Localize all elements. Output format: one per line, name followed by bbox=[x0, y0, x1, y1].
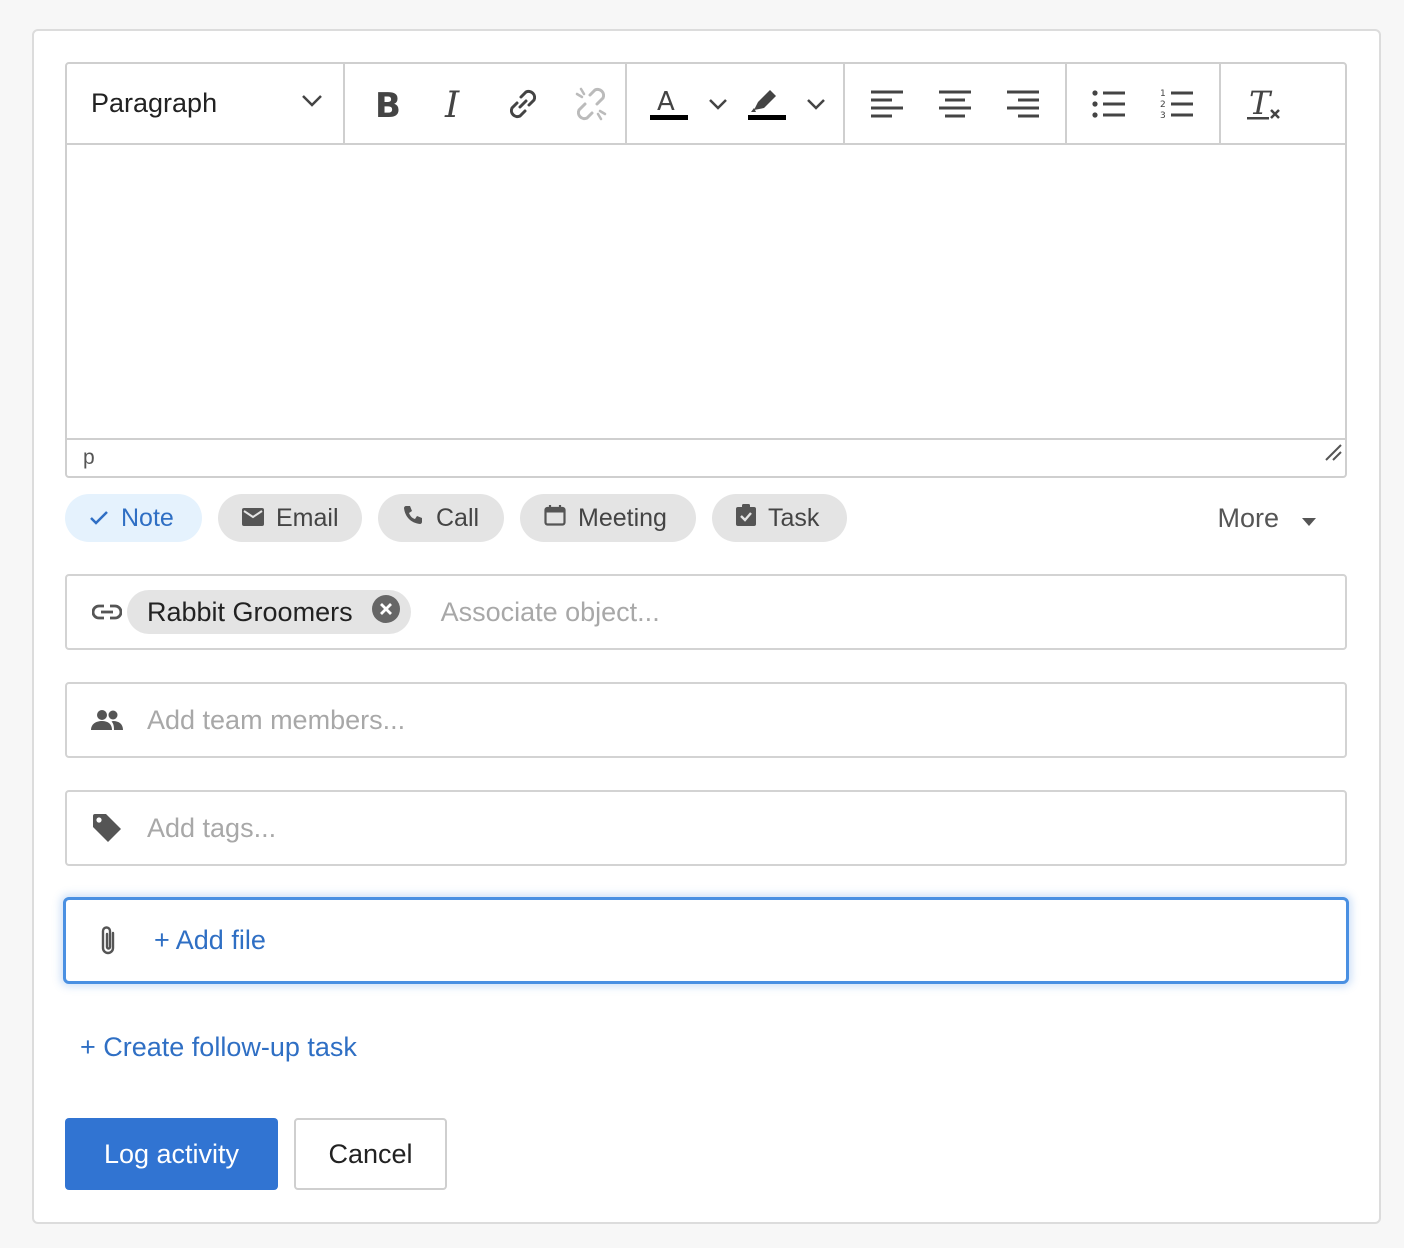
svg-text:1: 1 bbox=[1160, 89, 1166, 99]
check-icon bbox=[89, 504, 109, 533]
activity-type-label: Call bbox=[436, 503, 480, 532]
svg-text:A: A bbox=[657, 87, 675, 117]
associate-object-input[interactable]: Associate object... bbox=[441, 597, 660, 628]
clear-formatting-icon: T bbox=[1247, 86, 1283, 122]
activity-type-label: Note bbox=[121, 503, 174, 532]
cancel-button[interactable]: Cancel bbox=[294, 1118, 447, 1190]
unlink-icon bbox=[571, 84, 611, 124]
log-activity-button[interactable]: Log activity bbox=[65, 1118, 278, 1190]
activity-type-call[interactable]: Call bbox=[378, 494, 504, 542]
italic-button[interactable]: I bbox=[421, 64, 489, 143]
align-right-icon bbox=[1006, 89, 1040, 119]
remove-chip-icon[interactable] bbox=[371, 594, 401, 631]
activity-type-note[interactable]: Note bbox=[65, 494, 202, 542]
align-left-icon bbox=[870, 89, 904, 119]
envelope-icon bbox=[242, 504, 264, 533]
editor-content-area[interactable] bbox=[67, 145, 1345, 440]
align-center-icon bbox=[938, 89, 972, 119]
toolbar-group-clear: T bbox=[1221, 64, 1299, 143]
chevron-down-icon bbox=[708, 98, 728, 110]
link-icon bbox=[504, 85, 542, 123]
team-members-field[interactable]: Add team members... bbox=[65, 682, 1347, 758]
more-label: More bbox=[1217, 502, 1279, 533]
editor-toolbar: Paragraph B I A 1 2 3 T bbox=[67, 64, 1345, 145]
activity-type-label: Meeting bbox=[578, 503, 667, 532]
create-follow-up-task-link[interactable]: + Create follow-up task bbox=[80, 1032, 357, 1063]
bullet-list-icon bbox=[1092, 89, 1126, 119]
rich-text-editor: Paragraph B I A 1 2 3 T p bbox=[65, 62, 1347, 478]
unlink-button[interactable] bbox=[557, 64, 625, 143]
association-chip: Rabbit Groomers bbox=[127, 590, 411, 634]
association-chip-label: Rabbit Groomers bbox=[147, 596, 353, 627]
block-format-select[interactable]: Paragraph bbox=[67, 64, 345, 143]
svg-text:T: T bbox=[1249, 86, 1273, 122]
chevron-down-icon bbox=[301, 94, 323, 113]
highlighter-icon bbox=[748, 86, 786, 122]
numbered-list-button[interactable]: 1 2 3 bbox=[1143, 64, 1211, 143]
link-button[interactable] bbox=[489, 64, 557, 143]
toolbar-group-lists: 1 2 3 bbox=[1067, 64, 1221, 143]
element-path[interactable]: p bbox=[83, 446, 95, 469]
paperclip-icon bbox=[66, 924, 150, 958]
activity-type-label: Email bbox=[276, 503, 339, 532]
editor-statusbar: p bbox=[67, 438, 1345, 476]
resize-handle-icon[interactable] bbox=[1323, 438, 1343, 474]
svg-text:2: 2 bbox=[1160, 100, 1166, 110]
add-file-link[interactable]: + Add file bbox=[154, 925, 266, 956]
toolbar-group-format: B I bbox=[345, 64, 627, 143]
chevron-down-icon bbox=[806, 98, 826, 110]
associate-object-field[interactable]: Rabbit Groomers Associate object... bbox=[65, 574, 1347, 650]
tags-input[interactable]: Add tags... bbox=[147, 813, 276, 844]
highlight-color-button[interactable] bbox=[735, 64, 799, 143]
text-color-button[interactable]: A bbox=[637, 64, 701, 143]
svg-text:B: B bbox=[375, 88, 401, 120]
activity-type-task[interactable]: Task bbox=[712, 494, 847, 542]
block-format-label: Paragraph bbox=[91, 88, 218, 118]
align-left-button[interactable] bbox=[853, 64, 921, 143]
activity-type-selector: Note Email Call Meeting Task More bbox=[65, 494, 1347, 542]
activity-type-label: Task bbox=[768, 503, 820, 532]
toolbar-group-color: A bbox=[627, 64, 845, 143]
numbered-list-icon: 1 2 3 bbox=[1160, 88, 1194, 120]
align-center-button[interactable] bbox=[921, 64, 989, 143]
clear-formatting-button[interactable]: T bbox=[1231, 64, 1299, 143]
tags-field[interactable]: Add tags... bbox=[65, 790, 1347, 866]
activity-type-meeting[interactable]: Meeting bbox=[520, 494, 696, 542]
activity-type-email[interactable]: Email bbox=[218, 494, 362, 542]
team-members-input[interactable]: Add team members... bbox=[147, 705, 405, 736]
highlight-color-dropdown[interactable] bbox=[799, 64, 833, 143]
svg-text:I: I bbox=[444, 87, 460, 121]
tag-icon bbox=[67, 812, 147, 844]
people-icon bbox=[67, 709, 147, 731]
more-activity-types-dropdown[interactable]: More bbox=[1217, 494, 1317, 542]
bold-icon: B bbox=[373, 88, 401, 120]
italic-icon: I bbox=[443, 87, 467, 121]
text-color-dropdown[interactable] bbox=[701, 64, 735, 143]
add-file-field[interactable]: + Add file bbox=[63, 897, 1349, 984]
caret-down-icon bbox=[1301, 503, 1317, 534]
toolbar-group-align bbox=[845, 64, 1067, 143]
calendar-icon bbox=[544, 504, 566, 533]
phone-icon bbox=[402, 504, 424, 533]
bold-button[interactable]: B bbox=[353, 64, 421, 143]
text-color-icon: A bbox=[650, 86, 688, 122]
bullet-list-button[interactable] bbox=[1075, 64, 1143, 143]
align-right-button[interactable] bbox=[989, 64, 1057, 143]
clipboard-check-icon bbox=[736, 503, 756, 533]
svg-text:3: 3 bbox=[1160, 111, 1166, 120]
